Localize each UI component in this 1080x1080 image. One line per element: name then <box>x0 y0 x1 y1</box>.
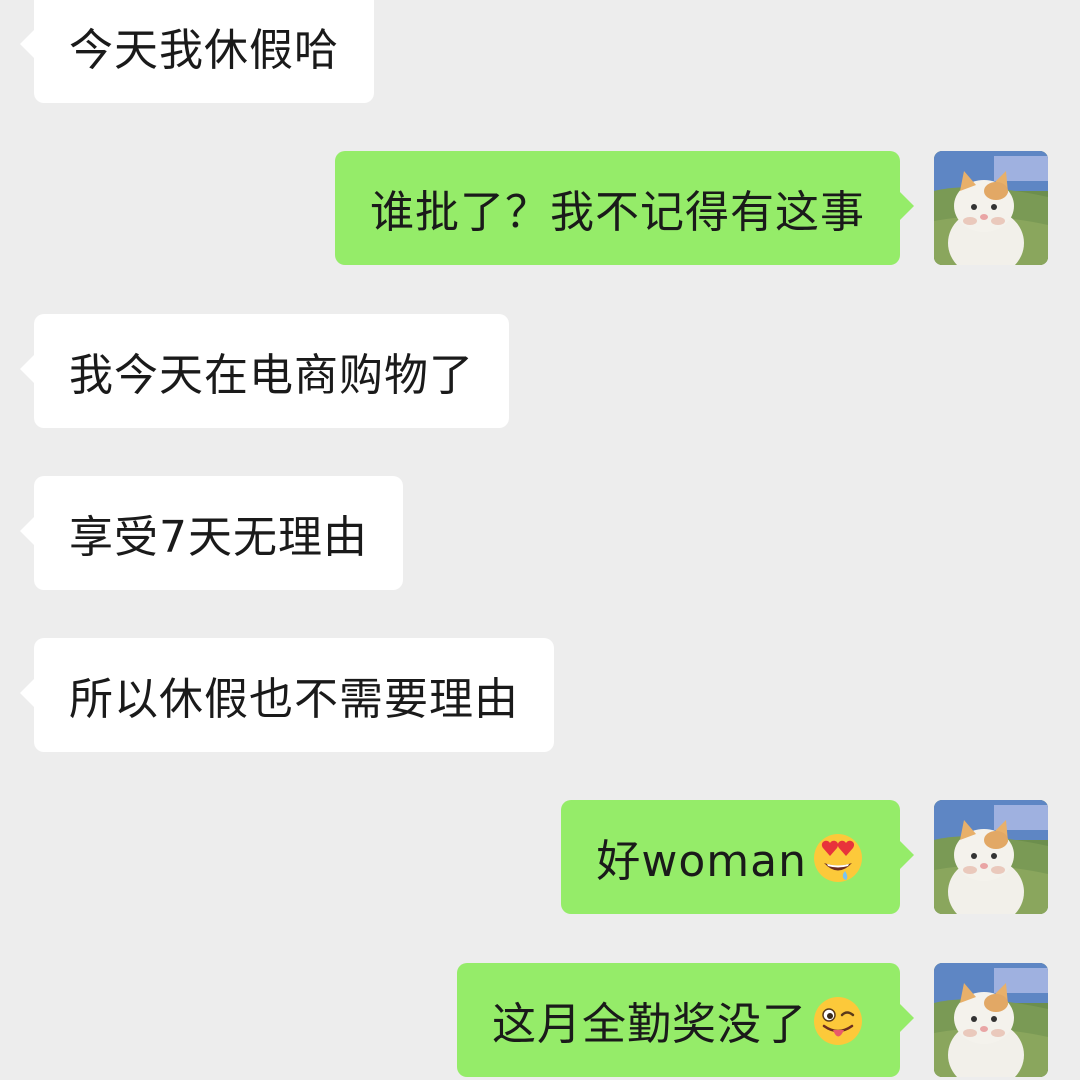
incoming-message-bubble[interactable]: 我今天在电商购物了 <box>20 314 509 428</box>
user-avatar[interactable] <box>934 963 1048 1077</box>
message-text: 好woman <box>596 836 807 887</box>
outgoing-message-bubble[interactable]: 好woman <box>561 800 914 914</box>
cat-photo-avatar-icon <box>934 963 1048 1077</box>
incoming-message-bubble[interactable]: 享受7天无理由 <box>20 476 403 590</box>
message-text: 享受7天无理由 <box>69 512 368 563</box>
incoming-message-bubble[interactable]: 今天我休假哈 <box>20 0 374 103</box>
cat-photo-avatar-icon <box>934 800 1048 914</box>
message-text: 这月全勤奖没了 <box>492 999 807 1050</box>
winking-tongue-emoji-icon <box>811 993 865 1047</box>
heart-eyes-drooling-emoji-icon <box>811 830 865 884</box>
cat-photo-avatar-icon <box>934 151 1048 265</box>
user-avatar[interactable] <box>934 800 1048 914</box>
user-avatar[interactable] <box>934 151 1048 265</box>
message-text: 我今天在电商购物了 <box>69 350 474 401</box>
outgoing-message-bubble[interactable]: 这月全勤奖没了 <box>457 963 914 1077</box>
outgoing-message-bubble[interactable]: 谁批了？我不记得有这事 <box>335 151 914 265</box>
message-text: 所以休假也不需要理由 <box>69 674 519 725</box>
message-text: 谁批了？我不记得有这事 <box>370 187 865 238</box>
message-text: 今天我休假哈 <box>69 25 339 76</box>
incoming-message-bubble[interactable]: 所以休假也不需要理由 <box>20 638 554 752</box>
